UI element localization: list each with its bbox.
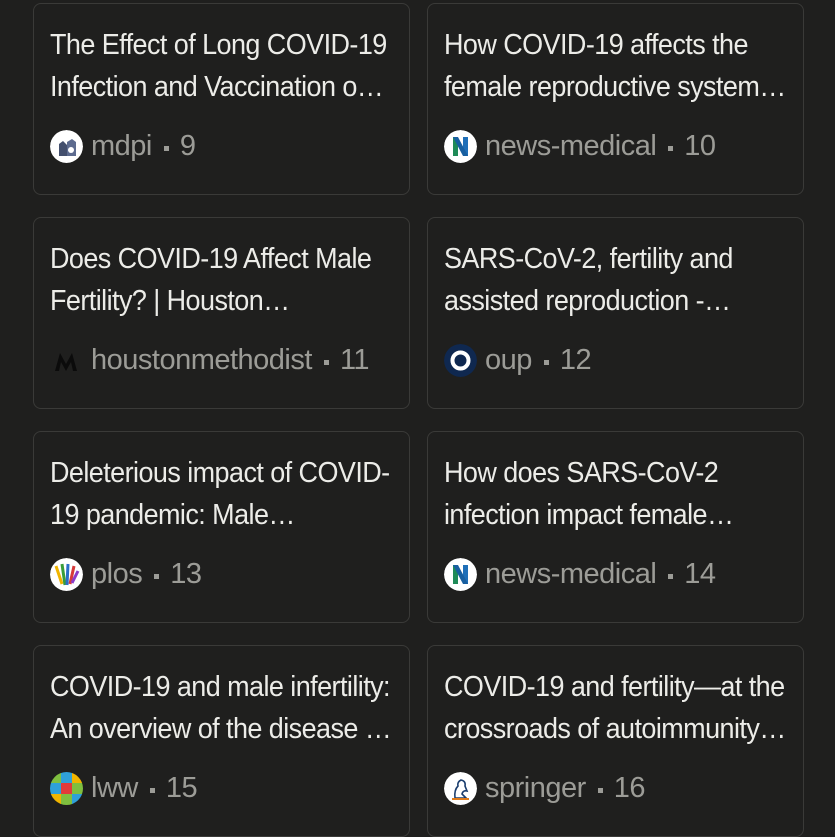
source-name: houstonmethodist [91, 343, 312, 376]
mdpi-icon [50, 129, 83, 163]
source-card-meta: mdpi 9 [50, 126, 393, 166]
source-card-springer[interactable]: COVID-19 and fertility—at the crossroads… [427, 645, 804, 837]
source-card-title: Does COVID-19 Affect Male Fertility? | H… [50, 243, 372, 317]
source-card-title: COVID-19 and fertility—at the crossroads… [444, 671, 786, 745]
source-card-meta: houstonmethodist 11 [50, 340, 393, 380]
source-name: mdpi [91, 129, 152, 162]
source-card-grid: The Effect of Long COVID-19 Infection an… [33, 3, 805, 837]
source-card-mdpi[interactable]: The Effect of Long COVID-19 Infection an… [33, 3, 410, 195]
plos-icon [50, 557, 83, 591]
source-name: news-medical [485, 129, 657, 162]
houstonmethodist-icon [50, 343, 83, 377]
separator-dot [543, 359, 549, 365]
source-name: news-medical [485, 557, 657, 590]
citation-number: 16 [613, 771, 646, 804]
citation-number: 14 [684, 557, 716, 590]
news-medical-icon [444, 557, 477, 591]
separator-dot [323, 359, 329, 365]
citation-number: 15 [165, 771, 198, 804]
source-card-oup[interactable]: SARS-CoV-2, fertility and assisted repro… [427, 217, 804, 409]
separator-dot [149, 787, 155, 793]
separator-dot [597, 787, 603, 793]
oup-icon [444, 343, 477, 377]
source-name: plos [91, 557, 143, 590]
separator-dot [154, 573, 160, 579]
source-card-meta: news-medical 10 [444, 126, 787, 166]
source-card-meta: plos 13 [50, 554, 393, 594]
citation-number: 11 [339, 343, 370, 376]
source-card-meta: lww 15 [50, 768, 393, 808]
source-card-title: How COVID-19 affects the female reproduc… [444, 29, 786, 103]
source-card-lww[interactable]: COVID-19 and male infertility: An overvi… [33, 645, 410, 837]
source-card-title: Deleterious impact of COVID-19 pandemic:… [50, 457, 390, 531]
source-card-meta: news-medical 14 [444, 554, 787, 594]
source-card-meta: oup 12 [444, 340, 787, 380]
source-card-news-medical[interactable]: How COVID-19 affects the female reproduc… [427, 3, 804, 195]
separator-dot [668, 573, 674, 579]
citation-number: 9 [179, 129, 196, 162]
source-card-title: How does SARS-CoV-2 infection impact fem… [444, 457, 734, 531]
separator-dot [668, 145, 674, 151]
citation-number: 10 [684, 129, 716, 162]
source-name: oup [485, 343, 532, 376]
source-card-title: SARS-CoV-2, fertility and assisted repro… [444, 243, 733, 317]
source-card-plos[interactable]: Deleterious impact of COVID-19 pandemic:… [33, 431, 410, 623]
source-card-meta: springer 16 [444, 768, 787, 808]
lww-icon [50, 771, 83, 805]
separator-dot [163, 145, 169, 151]
source-card-news-medical[interactable]: How does SARS-CoV-2 infection impact fem… [427, 431, 804, 623]
citation-number: 12 [559, 343, 592, 376]
source-name: springer [485, 771, 586, 804]
source-card-title: The Effect of Long COVID-19 Infection an… [50, 29, 387, 103]
news-medical-icon [444, 129, 477, 163]
citation-number: 13 [170, 557, 202, 590]
source-card-houstonmethodist[interactable]: Does COVID-19 Affect Male Fertility? | H… [33, 217, 410, 409]
source-name: lww [91, 771, 138, 804]
springer-icon [444, 771, 477, 805]
source-card-title: COVID-19 and male infertility: An overvi… [50, 671, 392, 745]
